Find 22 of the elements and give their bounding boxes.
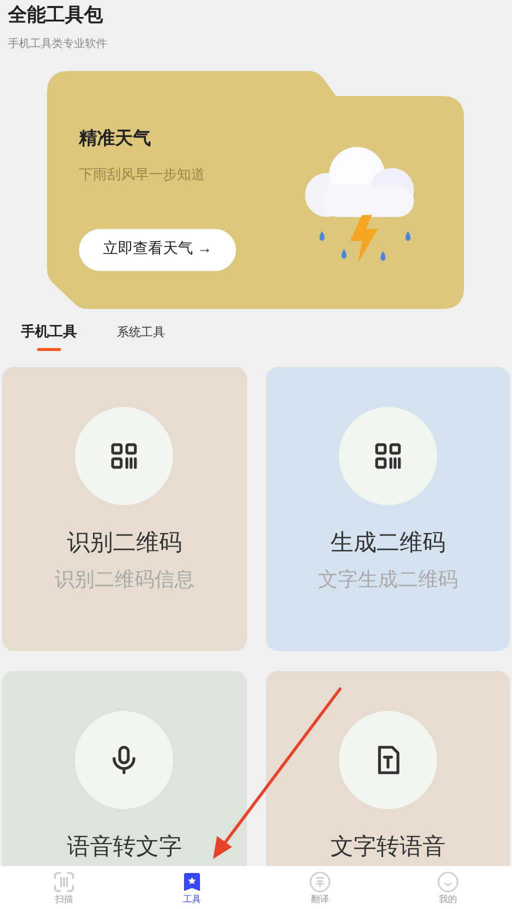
tool-card[interactable]: 生成二维码 文字生成二维码 bbox=[266, 366, 510, 650]
tool-card[interactable]: 识别二维码 识别二维码信息 bbox=[2, 366, 246, 650]
tool-subtitle: 文字生成二维码 bbox=[318, 568, 458, 592]
banner-title: 精准天气 bbox=[79, 126, 151, 150]
category-tab[interactable]: 系统工具 bbox=[117, 320, 165, 340]
nav-tab[interactable]: 工具 bbox=[128, 866, 256, 909]
smiley-icon bbox=[437, 870, 459, 892]
category-tab[interactable]: 手机工具 bbox=[21, 320, 77, 350]
tool-title: 识别二维码 bbox=[66, 528, 182, 554]
app-title: 全能工具包 bbox=[8, 4, 104, 28]
tool-title: 文字转语音 bbox=[330, 832, 446, 858]
banner-subtitle: 下雨刮风早一步知道 bbox=[79, 164, 205, 184]
bookmark-star-icon bbox=[181, 870, 203, 892]
tool-card[interactable]: 文字转语音 bbox=[266, 670, 510, 866]
app-subtitle: 手机工具类专业软件 bbox=[8, 37, 107, 52]
view-weather-button[interactable]: 立即查看天气 → bbox=[79, 228, 236, 270]
tool-title: 语音转文字 bbox=[66, 832, 182, 858]
tool-card[interactable]: 语音转文字 bbox=[2, 670, 246, 866]
scan-icon bbox=[53, 870, 75, 892]
tool-subtitle: 识别二维码信息 bbox=[54, 568, 194, 592]
translate-icon bbox=[309, 870, 331, 892]
tool-title: 生成二维码 bbox=[330, 528, 446, 554]
